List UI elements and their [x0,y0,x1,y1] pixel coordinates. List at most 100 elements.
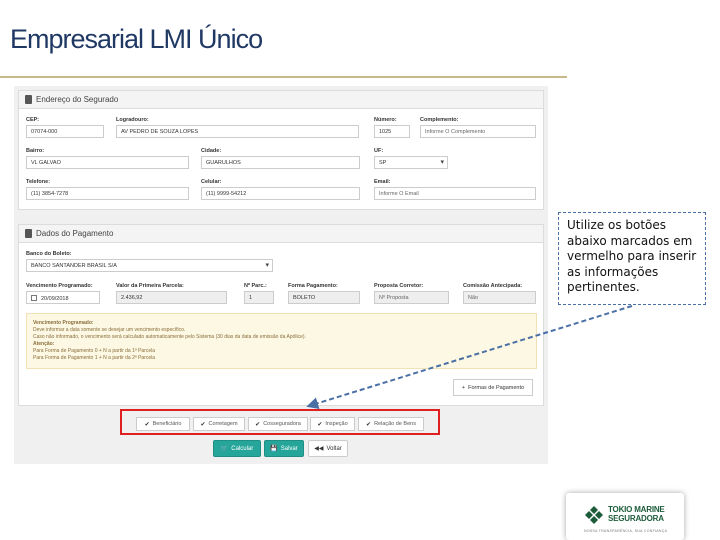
logradouro-input[interactable]: AV PEDRO DE SOUZA LOPES [116,125,359,138]
address-panel: Endereço do Segurado CEP: 07074-000 Logr… [18,90,544,210]
relacao-bens-label: Relação de Bens [374,421,416,427]
beneficiario-button[interactable]: ✔ Beneficiário [136,417,190,431]
logradouro-label: Logradouro: [116,117,149,123]
corretagem-label: Corretagem [208,421,238,427]
proposta-label: Proposta Corretor: [374,283,424,289]
back-icon: ◀◀ [314,446,324,452]
comissao-field-group: Comissão Antecipada: Não [463,283,536,304]
celular-label: Celular: [201,179,222,185]
address-panel-header: Endereço do Segurado [19,91,543,109]
valor-input: 2.436,92 [116,291,227,304]
bank-field-group: Banco do Boleto: BANCO SANTANDER BRASIL … [26,251,273,272]
proposta-input[interactable]: Nº Proposta [374,291,449,304]
payment-panel-header: Dados do Pagamento [19,225,543,243]
check-icon: ✔ [144,421,150,428]
check-icon: ✔ [317,421,323,428]
uf-field-group: UF: SP [374,148,448,169]
document-icon [25,229,32,238]
voltar-label: Voltar [326,445,342,452]
salvar-button[interactable]: 💾 Salvar [264,440,304,457]
telefone-input[interactable]: (11) 3854-7278 [26,187,189,200]
check-icon: ✔ [200,421,206,428]
salvar-label: Salvar [280,445,298,452]
note-attention: Atenção: [33,341,55,347]
plus-icon: + [461,384,466,391]
instruction-callout: Utilize os botões abaixo marcados em ver… [558,212,706,305]
address-panel-title: Endereço do Segurado [36,95,119,104]
numero-field-group: Número: 1025 [374,117,410,138]
cidade-field-group: Cidade: GUARULHOS [201,148,360,169]
logo-line-1: TOKIO MARINE [608,505,665,514]
check-icon: ✔ [255,421,261,428]
cart-icon: 🛒 [220,446,229,452]
numero-input[interactable]: 1025 [374,125,410,138]
slide-title: Empresarial LMI Único [10,24,263,54]
inspecao-button[interactable]: ✔ Inspeção [310,417,355,431]
uf-label: UF: [374,148,384,154]
payment-panel-title: Dados do Pagamento [36,229,114,238]
comissao-label: Comissão Antecipada: [463,283,523,289]
complemento-input[interactable]: Informe O Complemento [420,125,536,138]
vencimento-value: 20/09/2018 [41,296,69,302]
vencimento-label: Vencimento Programado: [26,283,93,289]
calendar-icon[interactable] [31,295,37,301]
calcular-button[interactable]: 🛒 Calcular [213,440,261,457]
bairro-input[interactable]: VL GALVAO [26,156,189,169]
bairro-field-group: Bairro: VL GALVAO [26,148,189,169]
vencimento-info-note: Vencimento Programado: Deve informar a d… [26,313,537,369]
app-screenshot: Endereço do Segurado CEP: 07074-000 Logr… [14,86,548,464]
numero-label: Número: [374,117,397,123]
corretagem-button[interactable]: ✔ Corretagem [193,417,245,431]
comissao-input[interactable]: Não [463,291,536,304]
beneficiario-label: Beneficiário [152,421,182,427]
slide: Empresarial LMI Único Endereço do Segura… [0,0,720,540]
cep-input[interactable]: 07074-000 [26,125,104,138]
logo-line-2: SEGURADORA [608,514,664,523]
check-icon: ✔ [366,421,372,428]
forma-input: BOLETO [288,291,360,304]
email-field-group: Email: Informe O Email [374,179,536,200]
formas-pagamento-label: Formas de Pagamento [468,384,525,391]
telefone-label: Telefone: [26,179,51,185]
cosseguradora-label: Cosseguradora [263,421,301,427]
vencimento-field-group: Vencimento Programado: 20/09/2018 [26,283,100,304]
company-logo: TOKIO MARINE SEGURADORA NOSSA TRANSPARÊN… [566,493,684,540]
save-icon: 💾 [270,446,278,452]
inspecao-label: Inspeção [325,421,348,427]
bairro-label: Bairro: [26,148,45,154]
tokio-marine-logo-icon [585,506,603,524]
email-label: Email: [374,179,391,185]
calcular-label: Calcular [231,445,254,452]
note-line-3: Para Forma de Pagamento 0 + N a partir d… [33,348,156,354]
parcelas-field-group: Nº Parc.: 1 [244,283,274,304]
cep-field-group: CEP: 07074-000 [26,117,104,138]
note-line-4: Para Forma de Pagamento 1 + N a partir d… [33,355,156,361]
celular-field-group: Celular: (11) 9999-54212 [201,179,360,200]
document-icon [25,95,32,104]
celular-input[interactable]: (11) 9999-54212 [201,187,360,200]
title-divider [0,76,567,78]
forma-field-group: Forma Pagamento: BOLETO [288,283,360,304]
logradouro-field-group: Logradouro: AV PEDRO DE SOUZA LOPES [116,117,359,138]
cep-label: CEP: [26,117,40,123]
vencimento-input[interactable]: 20/09/2018 [26,291,100,304]
voltar-button[interactable]: ◀◀ Voltar [308,440,348,457]
telefone-field-group: Telefone: (11) 3854-7278 [26,179,189,200]
email-input[interactable]: Informe O Email [374,187,536,200]
parcelas-input: 1 [244,291,274,304]
note-line-2: Caso não informado, o vencimento será ca… [33,334,306,340]
forma-label: Forma Pagamento: [288,283,338,289]
uf-select[interactable]: SP [374,156,448,169]
cosseguradora-button[interactable]: ✔ Cosseguradora [248,417,308,431]
note-line-1: Deve informar a data somente se desejar … [33,327,186,333]
cidade-input[interactable]: GUARULHOS [201,156,360,169]
relacao-bens-button[interactable]: ✔ Relação de Bens [358,417,424,431]
formas-pagamento-button[interactable]: + Formas de Pagamento [453,379,533,396]
complemento-label: Complemento: [420,117,459,123]
note-heading: Vencimento Programado: [33,320,94,326]
cidade-label: Cidade: [201,148,222,154]
logo-tagline: NOSSA TRANSPARÊNCIA, SUA CONFIANÇA [584,529,668,533]
bank-select[interactable]: BANCO SANTANDER BRASIL S/A [26,259,273,272]
bank-label: Banco do Boleto: [26,251,72,257]
proposta-field-group: Proposta Corretor: Nº Proposta [374,283,449,304]
